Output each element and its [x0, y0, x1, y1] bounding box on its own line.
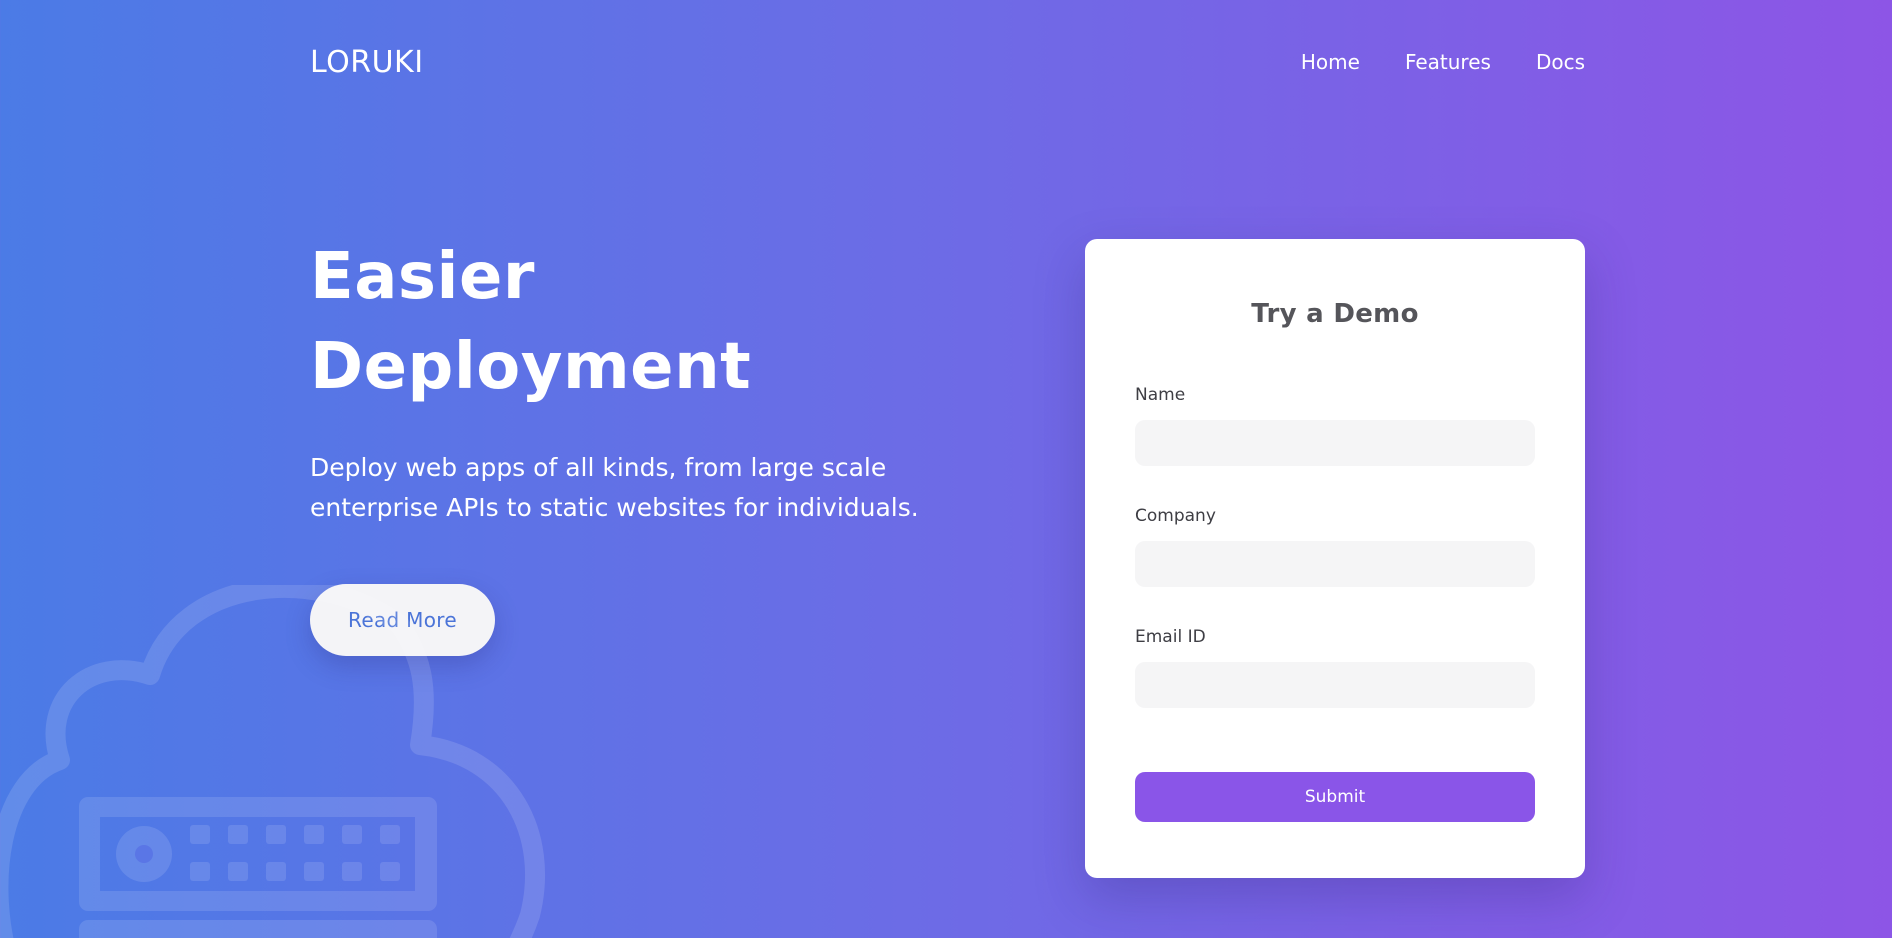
email-label: Email ID — [1135, 627, 1206, 647]
brand-logo[interactable]: LORUKI — [310, 45, 424, 80]
submit-button[interactable]: Submit — [1135, 772, 1535, 822]
email-input[interactable] — [1135, 662, 1535, 708]
demo-form-card: Try a Demo Name Company Email ID Submit — [1085, 239, 1585, 878]
demo-form-title: Try a Demo — [1251, 299, 1419, 329]
navbar: LORUKI Home Features Docs — [310, 38, 1585, 86]
hero-title: Easier Deployment — [310, 240, 752, 404]
company-input[interactable] — [1135, 541, 1535, 587]
company-label: Company — [1135, 506, 1216, 526]
nav-links: Home Features Docs — [1301, 50, 1585, 74]
nav-link-home[interactable]: Home — [1301, 50, 1360, 74]
name-input[interactable] — [1135, 420, 1535, 466]
nav-link-features[interactable]: Features — [1405, 50, 1491, 74]
hero-description: Deploy web apps of all kinds, from large… — [310, 453, 919, 522]
name-label: Name — [1135, 385, 1186, 405]
nav-link-docs[interactable]: Docs — [1536, 50, 1585, 74]
cloud-server-icon — [0, 585, 546, 938]
